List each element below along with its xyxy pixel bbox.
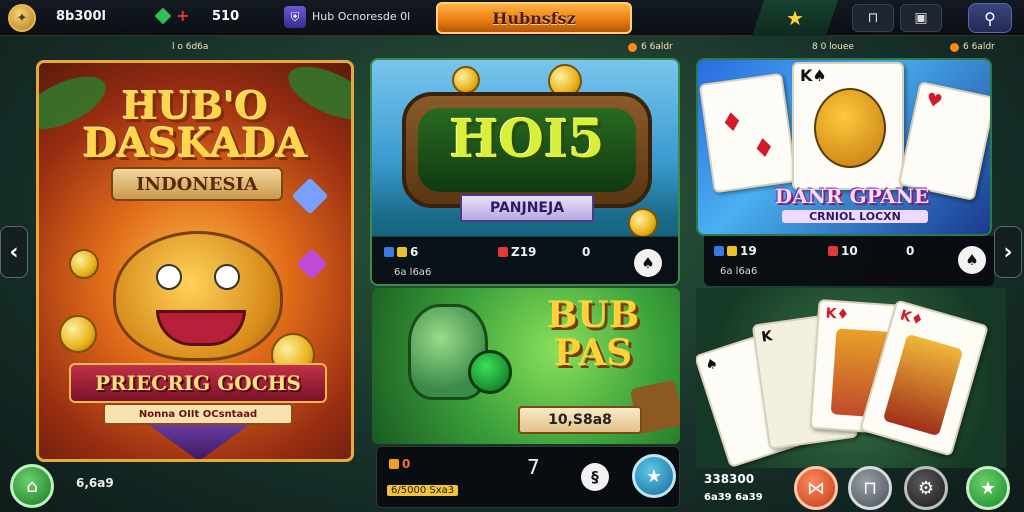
brand-logo[interactable]: Hubnsfsz [436, 2, 632, 34]
gear-icon: ⚙ [917, 477, 935, 499]
star-icon [397, 247, 407, 257]
game-title: DANR GPANE [774, 184, 930, 208]
game-subtitle: PANJNEJA [460, 194, 594, 222]
balance-text: 8b300l [56, 9, 106, 24]
search-button[interactable]: ⚲ [968, 3, 1012, 33]
channel-label: Hub Ocnoresde 0l [312, 10, 411, 23]
coin-icon [59, 315, 97, 353]
mascot-eye [214, 264, 240, 290]
mascot-mouth [156, 310, 246, 346]
gem-count: 510 [212, 9, 240, 24]
lock-icon: ⊓ [862, 477, 878, 499]
game-title: HOI5 [449, 109, 605, 170]
shield-icon[interactable]: ⛨ [284, 6, 306, 28]
jackpot-value: 10,S8a8 [518, 406, 642, 434]
play-button[interactable]: ★ [632, 454, 676, 498]
game-card-hois[interactable]: HOI5 PANJNEJA 6 Z19 0 6a l6a6 ♠ [370, 58, 680, 286]
game-title: HUB'O DASKADA [82, 83, 308, 167]
lock-button[interactable]: ⊓ [852, 4, 894, 32]
flag-icon: ▣ [914, 10, 928, 26]
game-stats-bar: 338300 6a39 6a39 [704, 472, 763, 503]
lock-game-button[interactable]: ⊓ [848, 466, 892, 510]
game-card-hub-daskada[interactable]: HUB'O DASKADA INDONESIA PRIECRIG GOCHS N… [36, 60, 354, 462]
shield-emblem [149, 425, 249, 459]
favorite-button[interactable]: ★ [966, 466, 1010, 510]
star-icon: ★ [645, 465, 663, 487]
gem-icon [291, 177, 329, 215]
favorites-tab[interactable]: ★ [752, 0, 838, 36]
add-gems-icon[interactable]: + [176, 6, 189, 25]
heart-icon [498, 247, 508, 257]
game-card-bub-pas[interactable]: BUB PAS 10,S8a8 [372, 288, 680, 444]
swirl-icon[interactable]: § [581, 463, 609, 491]
game-title: BUB PAS [546, 294, 640, 374]
top-bar: ✦ 8b300l + 510 ⛨ Hub Ocnoresde 0l Hubnsf… [0, 0, 1024, 36]
home-icon: ⌂ [26, 475, 38, 497]
ball-icon [468, 350, 512, 394]
playing-card: ♥ [897, 81, 990, 201]
settings-button[interactable]: ⚙ [904, 466, 948, 510]
gem-icon [154, 7, 172, 25]
section-label-4: 6 6aldr [950, 42, 995, 52]
chevron-left-icon: ‹ [9, 239, 19, 265]
avatar[interactable]: ✦ [8, 4, 36, 32]
gem-icon [296, 248, 328, 280]
game-subtitle: INDONESIA [111, 167, 283, 201]
spade-icon[interactable]: ♠ [634, 249, 662, 277]
game-card-danr-gpane[interactable]: ♦ ♦ K♠ ♥ DANR GPANE CRNIOL LOCXN [696, 58, 992, 236]
mascot-image [113, 231, 283, 361]
lock-icon: ⊓ [867, 10, 879, 26]
king-face [814, 88, 886, 168]
star-icon [727, 246, 737, 256]
king-portrait [882, 333, 964, 437]
status-dot-icon [950, 42, 959, 52]
star-icon: ★ [786, 6, 804, 30]
coin-icon [69, 249, 99, 279]
home-balance: 6,6a9 [76, 476, 114, 490]
game-stats-bar: 6 Z19 0 6a l6a6 ♠ [372, 236, 678, 284]
section-label-1: l o 6d6a [172, 42, 209, 52]
carousel-next-button[interactable]: › [994, 226, 1022, 278]
home-button[interactable]: ⌂ [10, 464, 54, 508]
game-subtitle: CRNIOL LOCXN [782, 210, 928, 223]
section-label-2: 6 6aldr [628, 42, 673, 52]
bow-icon: ⋈ [807, 477, 825, 499]
player-icon [384, 247, 394, 257]
section-label-3: 8 0 louee [812, 42, 854, 52]
star-icon: ★ [979, 477, 997, 499]
game-ribbon-subtitle: Nonna OIIt OCsntaad [103, 403, 293, 425]
coin-icon [628, 208, 658, 238]
search-icon: ⚲ [984, 8, 996, 28]
game-stats-bar: 19 10 0 6a l6a6 ♠ [704, 236, 994, 286]
heart-icon [828, 246, 838, 256]
chip-icon [389, 459, 399, 469]
game-ribbon: PRIECRIG GOCHS [69, 363, 327, 403]
chevron-right-icon: › [1003, 239, 1013, 265]
player-icon [714, 246, 724, 256]
menu-button[interactable]: ▣ [900, 4, 942, 32]
carousel-prev-button[interactable]: ‹ [0, 226, 28, 278]
bonus-button[interactable]: ⋈ [794, 466, 838, 510]
game-card-playing-cards[interactable]: ♠ K K♦ K♦ [696, 288, 1006, 468]
spade-icon[interactable]: ♠ [958, 246, 986, 274]
playing-card: ♦ ♦ [698, 72, 798, 194]
mascot-eye [156, 264, 182, 290]
coin-icon [452, 66, 480, 94]
playing-card: K♠ [792, 62, 904, 190]
status-dot-icon [628, 42, 637, 52]
